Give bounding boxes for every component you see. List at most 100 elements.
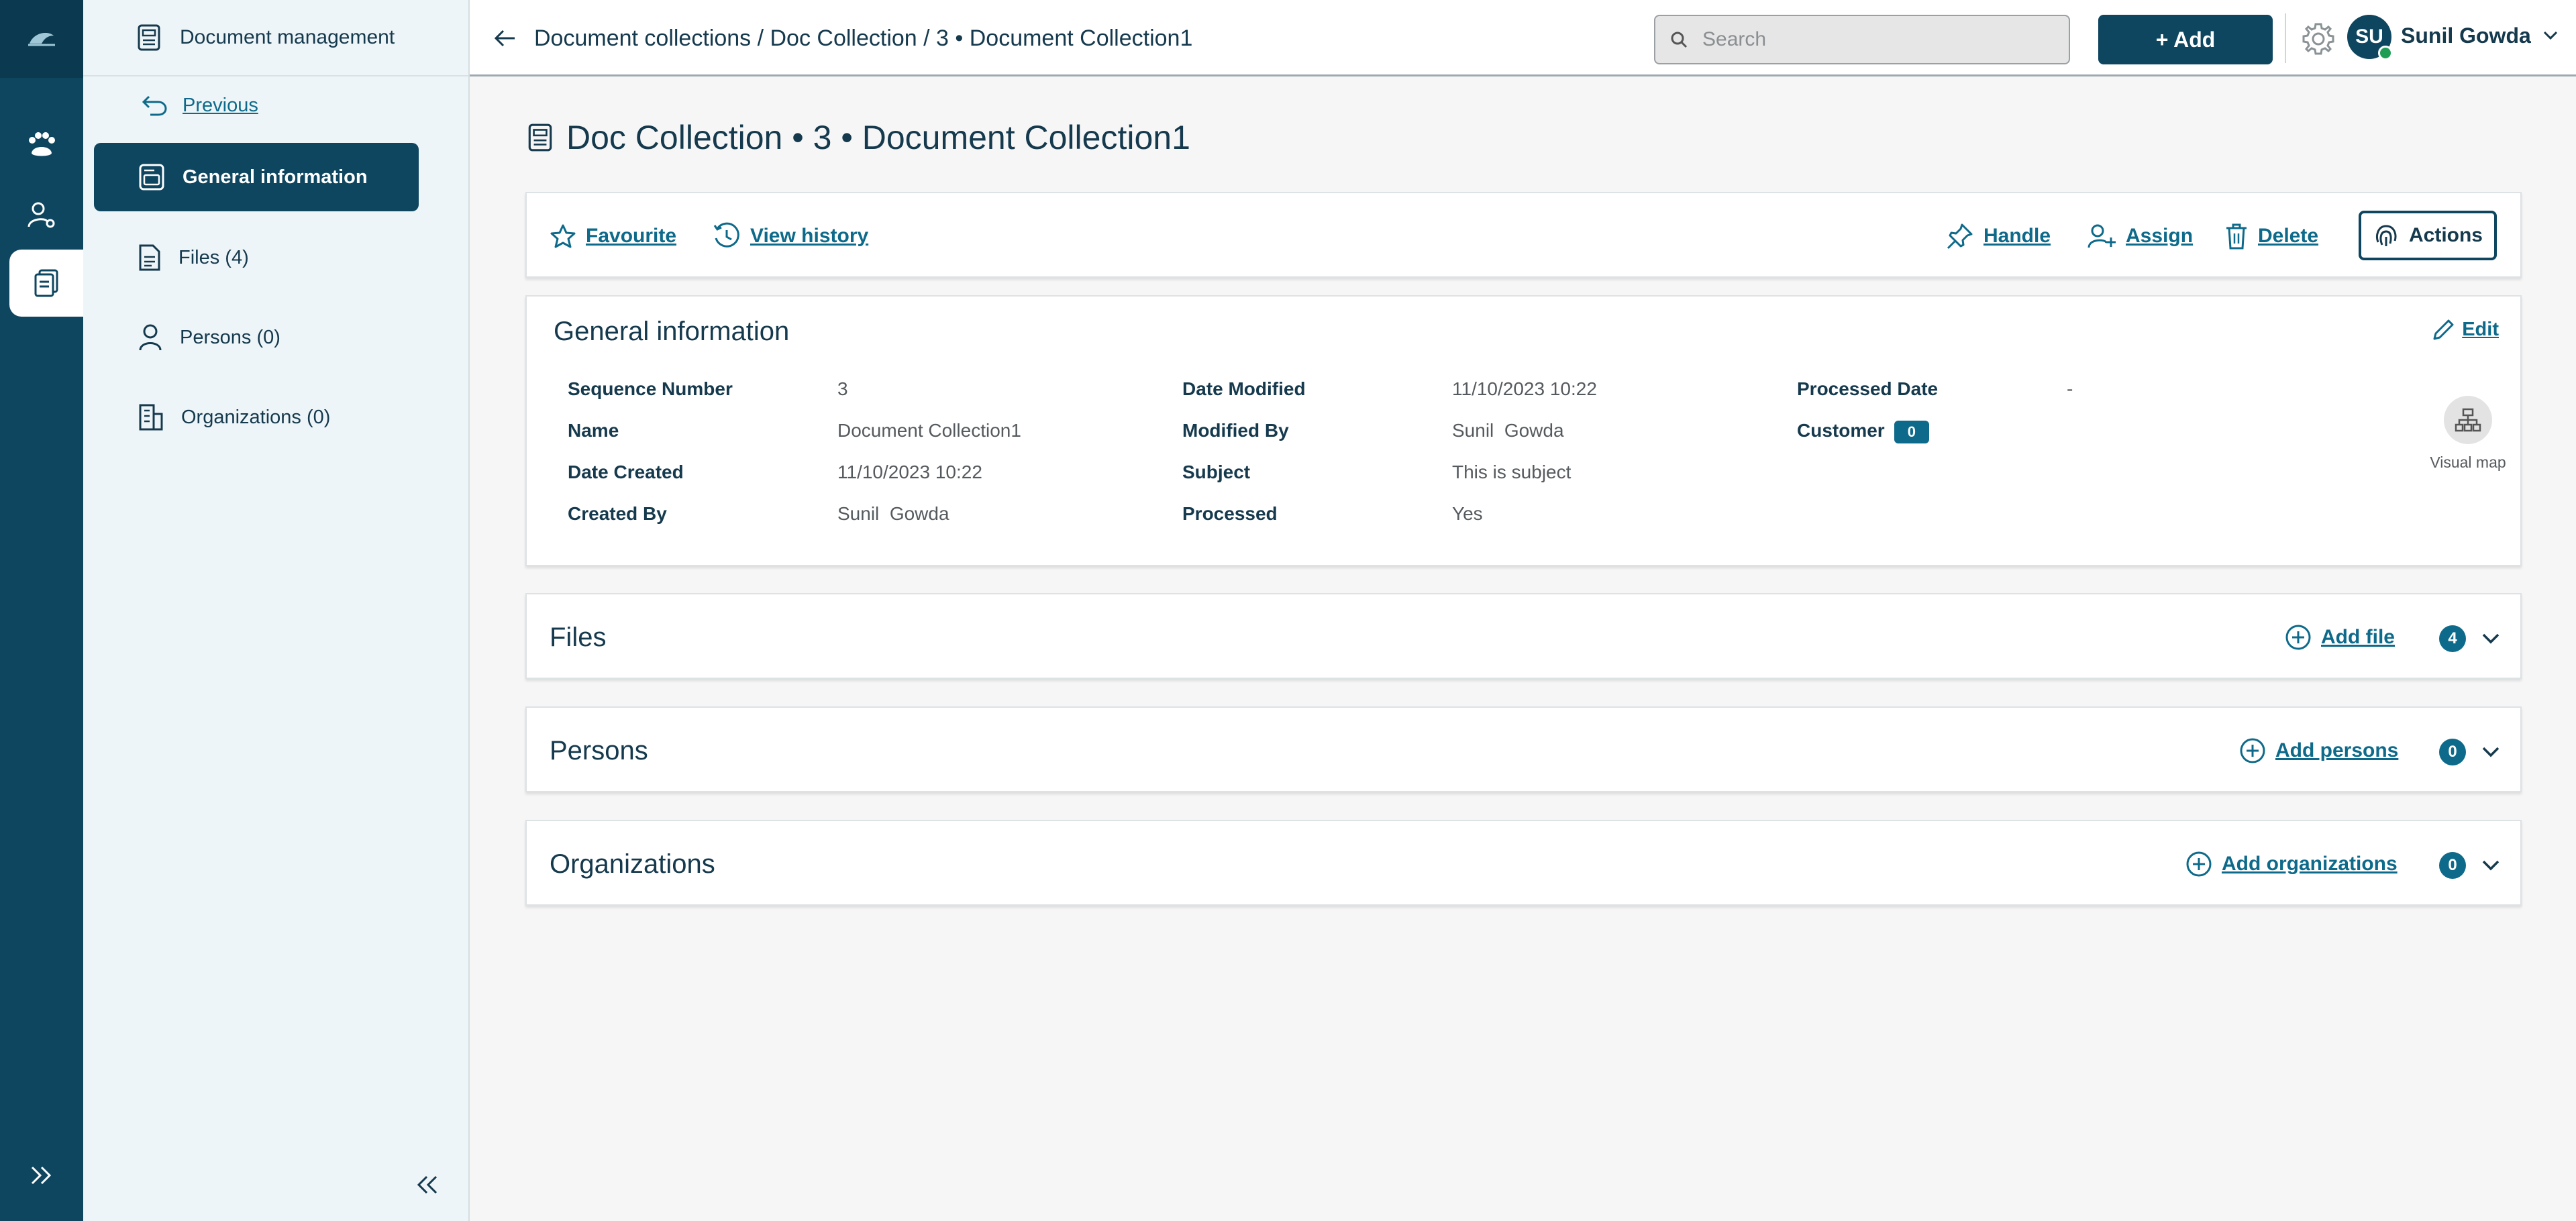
plus-circle-icon xyxy=(2285,625,2311,650)
paw-icon xyxy=(29,132,55,156)
chevron-down-icon xyxy=(2482,633,2500,644)
expand-toggle[interactable] xyxy=(2476,737,2506,767)
pencil-icon xyxy=(2433,319,2454,340)
expand-rail-button[interactable] xyxy=(0,1149,83,1202)
sidebar-header: Document management xyxy=(83,0,468,76)
assign-user-icon xyxy=(2088,224,2116,248)
toolbar-divider xyxy=(2285,13,2286,63)
organizations-section[interactable]: Organizations Add organizations 0 xyxy=(525,820,2522,906)
page-title-text: Doc Collection • 3 • Document Collection… xyxy=(566,119,1190,156)
field-value: Sunil Gowda xyxy=(837,503,949,524)
building-icon xyxy=(139,404,163,431)
field-label: Date Modified xyxy=(1182,378,1306,399)
fingerprint-icon xyxy=(2375,225,2397,246)
expand-toggle[interactable] xyxy=(2476,624,2506,653)
sidebar-item-label: Files (4) xyxy=(178,246,249,268)
delete-button[interactable]: Delete xyxy=(2224,193,2318,279)
sidebar-item-files[interactable]: Files (4) xyxy=(94,223,419,292)
count-badge: 0 xyxy=(2439,739,2466,765)
visual-map-button[interactable]: Visual map xyxy=(2428,396,2508,472)
search-icon xyxy=(1671,32,1688,48)
rail-item-documents[interactable] xyxy=(9,250,83,317)
favourite-button[interactable]: Favourite xyxy=(550,193,676,279)
add-button[interactable]: + Add xyxy=(2098,15,2273,64)
person-icon xyxy=(139,324,162,351)
delete-label: Delete xyxy=(2258,225,2319,247)
user-menu[interactable]: Sunil Gowda xyxy=(2401,19,2558,52)
add-organizations-label: Add organizations xyxy=(2222,853,2398,875)
star-icon xyxy=(550,224,576,248)
app-logo[interactable] xyxy=(0,0,83,78)
section-title: Files xyxy=(550,622,607,652)
favourite-label: Favourite xyxy=(586,225,677,247)
sidebar-item-label: General information xyxy=(183,166,368,188)
persons-section[interactable]: Persons Add persons 0 xyxy=(525,706,2522,792)
general-information-panel: General information Edit Sequence Number… xyxy=(525,295,2522,566)
field-value: Document Collection1 xyxy=(837,420,1021,441)
visual-map-label: Visual map xyxy=(2430,454,2506,471)
double-chevron-right-icon xyxy=(31,1166,52,1185)
online-status-dot xyxy=(2378,46,2393,60)
assign-label: Assign xyxy=(2126,225,2194,247)
field-value: Sunil Gowda xyxy=(1452,420,1564,441)
field-label: Processed xyxy=(1182,503,1278,524)
rail-item-users[interactable] xyxy=(0,181,83,248)
field-value: - xyxy=(2067,378,2073,399)
add-persons-label: Add persons xyxy=(2275,739,2399,761)
rail-item-paw[interactable] xyxy=(0,111,83,178)
user-settings-icon xyxy=(28,202,55,228)
avatar[interactable]: SU xyxy=(2347,15,2393,60)
field-label: Created By xyxy=(568,503,667,524)
visual-map-circle xyxy=(2444,396,2492,444)
field-label: Subject xyxy=(1182,462,1251,482)
add-file-button[interactable]: Add file xyxy=(2285,594,2395,680)
count-badge: 4 xyxy=(2439,625,2466,652)
undo-arrow-icon xyxy=(142,95,167,116)
add-file-label: Add file xyxy=(2321,626,2395,648)
edit-button[interactable]: Edit xyxy=(2432,318,2499,341)
files-section[interactable]: Files Add file 4 xyxy=(525,593,2522,679)
field-value: 11/10/2023 10:22 xyxy=(837,462,982,482)
sidebar-title: Document management xyxy=(180,26,395,48)
gear-icon xyxy=(2302,23,2334,55)
count-badge: 0 xyxy=(2439,852,2466,879)
sidebar-item-persons[interactable]: Persons (0) xyxy=(94,303,419,372)
expand-toggle[interactable] xyxy=(2476,851,2506,880)
plus-circle-icon xyxy=(2186,851,2212,877)
info-card-icon xyxy=(139,164,164,191)
field-label: Modified By xyxy=(1182,420,1289,441)
settings-button[interactable] xyxy=(2297,17,2340,60)
top-bar: Document collections / Doc Collection / … xyxy=(470,0,2576,76)
sidebar-item-label: Organizations (0) xyxy=(181,406,331,428)
view-history-button[interactable]: View history xyxy=(713,193,868,279)
field-label: Name xyxy=(568,420,619,441)
chevron-down-icon xyxy=(2482,747,2500,757)
assign-button[interactable]: Assign xyxy=(2087,193,2193,279)
handle-button[interactable]: Handle xyxy=(1946,193,2051,279)
actions-button[interactable]: Actions xyxy=(2359,211,2497,260)
search-box[interactable] xyxy=(1654,15,2070,64)
previous-link[interactable]: Previous xyxy=(141,94,258,117)
icon-rail xyxy=(0,0,83,1221)
customer-count-badge: 0 xyxy=(1894,420,1929,443)
breadcrumb-text[interactable]: Document collections / Doc Collection / … xyxy=(534,25,1192,52)
double-chevron-left-icon xyxy=(417,1175,437,1194)
add-persons-button[interactable]: Add persons xyxy=(2239,708,2398,794)
panel-title: General information xyxy=(554,317,790,346)
field-label: Sequence Number xyxy=(568,378,733,399)
collapse-sidebar-button[interactable] xyxy=(408,1165,448,1205)
sidebar-item-organizations[interactable]: Organizations (0) xyxy=(94,383,419,452)
section-title: Organizations xyxy=(550,849,715,879)
add-organizations-button[interactable]: Add organizations xyxy=(2185,821,2398,907)
field-label: Date Created xyxy=(568,462,684,482)
back-arrow-icon[interactable] xyxy=(494,28,517,48)
plus-circle-icon xyxy=(2240,738,2265,763)
documents-icon xyxy=(34,269,58,297)
search-input[interactable] xyxy=(1702,28,2051,51)
chevron-down-icon xyxy=(2543,31,2557,40)
previous-label: Previous xyxy=(183,94,258,116)
customer-field: Customer 0 xyxy=(1797,420,1929,443)
field-value: Yes xyxy=(1452,503,1483,524)
sidebar-item-general-information[interactable]: General information xyxy=(94,143,419,211)
sidebar-item-label: Persons (0) xyxy=(180,326,280,348)
